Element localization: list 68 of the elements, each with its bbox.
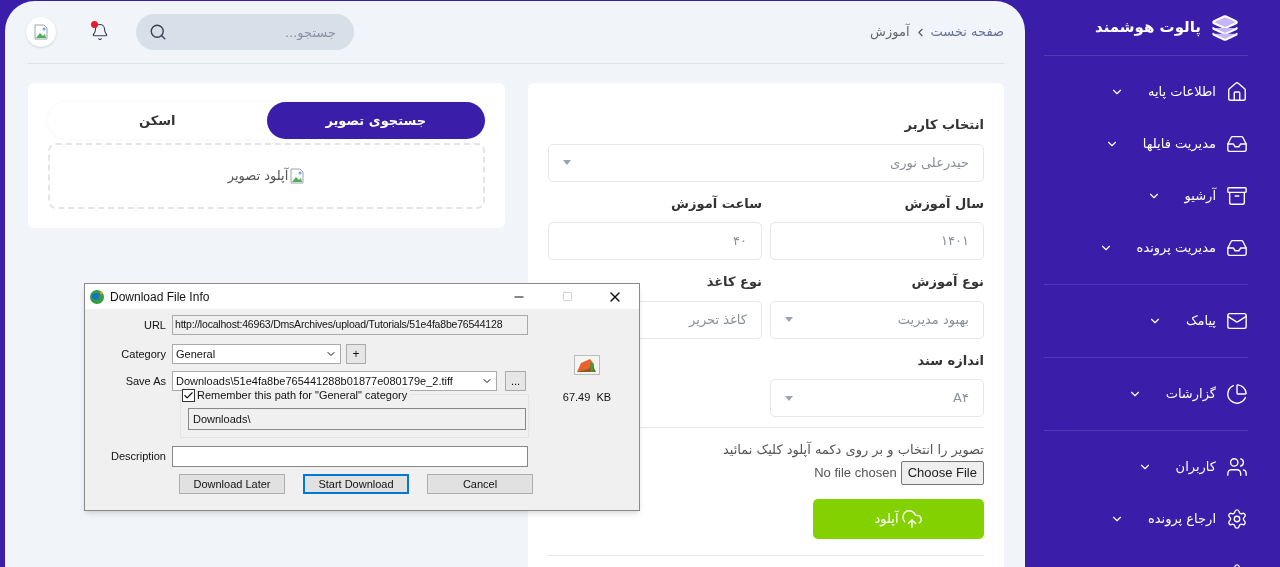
select-value: حیدرعلی نوری bbox=[890, 153, 969, 173]
menu-icon bbox=[1226, 383, 1248, 405]
file-thumbnail-icon bbox=[574, 355, 600, 375]
brand-name: پالوت هوشمند bbox=[1095, 17, 1201, 39]
search-icon bbox=[149, 23, 167, 41]
remember-label: Remember this path for "General" category bbox=[197, 388, 408, 403]
cloud-upload-icon bbox=[900, 507, 923, 530]
globe-icon bbox=[89, 288, 105, 305]
caret-icon bbox=[785, 395, 793, 401]
sidebar-item[interactable]: آرشیو bbox=[1044, 170, 1248, 222]
menu-icon bbox=[1226, 81, 1248, 103]
breadcrumb-item: آموزش bbox=[870, 22, 910, 42]
save-as-label: Save As bbox=[124, 373, 167, 389]
sidebar-item[interactable]: اطلاعات پایه bbox=[1044, 66, 1248, 118]
sidebar-item[interactable]: گزارشات bbox=[1044, 368, 1248, 420]
logo-icon bbox=[1211, 13, 1239, 42]
dropzone-label: آپلود تصویر bbox=[227, 166, 289, 186]
dialog-button[interactable]: Start Download bbox=[303, 474, 409, 494]
sidebar-item[interactable]: پیامک bbox=[1044, 295, 1248, 347]
dialog-title: Download File Info bbox=[110, 288, 210, 306]
field-label: انتخاب کاربر bbox=[903, 116, 984, 134]
field-label: سال آموزش bbox=[903, 194, 984, 213]
caret-icon bbox=[563, 160, 571, 165]
url-field[interactable]: http://localhost:46963/DmsArchives/upload/Tutorials/51e4fa8be76544128 bbox=[172, 315, 528, 335]
input-value: ۱۴۰۱ bbox=[941, 232, 969, 251]
broken-image-icon bbox=[33, 24, 49, 40]
input-value: کاغذ تحریر bbox=[689, 310, 747, 329]
description-field[interactable] bbox=[172, 445, 528, 467]
field-label: نوع کاغذ bbox=[705, 273, 762, 291]
avatar[interactable] bbox=[26, 17, 56, 47]
sidebar-item[interactable]: مدیریت فایلها bbox=[1044, 118, 1248, 170]
select-value: بهبود مدیریت bbox=[897, 310, 969, 330]
dialog-button[interactable]: Download Later bbox=[179, 474, 285, 494]
input-value: ۴۰ bbox=[733, 232, 747, 251]
file-status: No file chosen bbox=[814, 463, 897, 482]
tab[interactable]: جستجوی تصویر bbox=[266, 102, 485, 139]
folder-field[interactable]: Downloads\ bbox=[188, 408, 526, 430]
browse-button[interactable]: ... bbox=[505, 371, 526, 391]
category-dropdown[interactable]: General bbox=[172, 344, 341, 364]
menu-icon bbox=[1226, 185, 1248, 207]
menu-icon bbox=[1226, 237, 1248, 259]
category-label: Category bbox=[120, 346, 167, 362]
sidebar-item[interactable]: کاربران bbox=[1044, 441, 1248, 493]
breadcrumb-item[interactable]: صفحه نخست bbox=[930, 22, 1004, 42]
caret-icon bbox=[785, 317, 793, 322]
menu-icon bbox=[1226, 133, 1248, 155]
remember-checkbox[interactable] bbox=[182, 388, 195, 402]
select-value: A۴ bbox=[953, 389, 969, 408]
field-label: ساعت آموزش bbox=[670, 194, 762, 213]
menu-icon bbox=[1226, 310, 1248, 332]
menu-icon bbox=[1226, 456, 1248, 478]
maximize-icon bbox=[562, 291, 573, 302]
url-label: URL bbox=[143, 317, 167, 333]
dialog-button[interactable]: Cancel bbox=[427, 474, 533, 494]
add-category-button[interactable]: + bbox=[346, 344, 366, 364]
choose-file-button[interactable]: Choose File bbox=[900, 460, 984, 485]
tab[interactable]: اسکن bbox=[48, 102, 267, 139]
broken-image-icon bbox=[289, 168, 306, 184]
upload-hint: تصویر را انتخاب و بر روی دکمه آپلود کلیک نمائید bbox=[722, 440, 984, 460]
file-size: 67.49 KB bbox=[562, 390, 612, 405]
search-field[interactable]: جستجو... bbox=[136, 14, 354, 50]
sidebar-item[interactable]: ارجاع پرونده bbox=[1044, 493, 1248, 545]
sidebar-item[interactable]: مدیریت پرونده bbox=[1044, 222, 1248, 274]
image-dropzone[interactable]: آپلود تصویر bbox=[48, 143, 485, 209]
description-label: Description bbox=[109, 448, 167, 464]
field-label: اندازه سند bbox=[916, 351, 984, 370]
field-label: نوع آموزش bbox=[910, 272, 984, 291]
menu-icon bbox=[1226, 508, 1248, 530]
